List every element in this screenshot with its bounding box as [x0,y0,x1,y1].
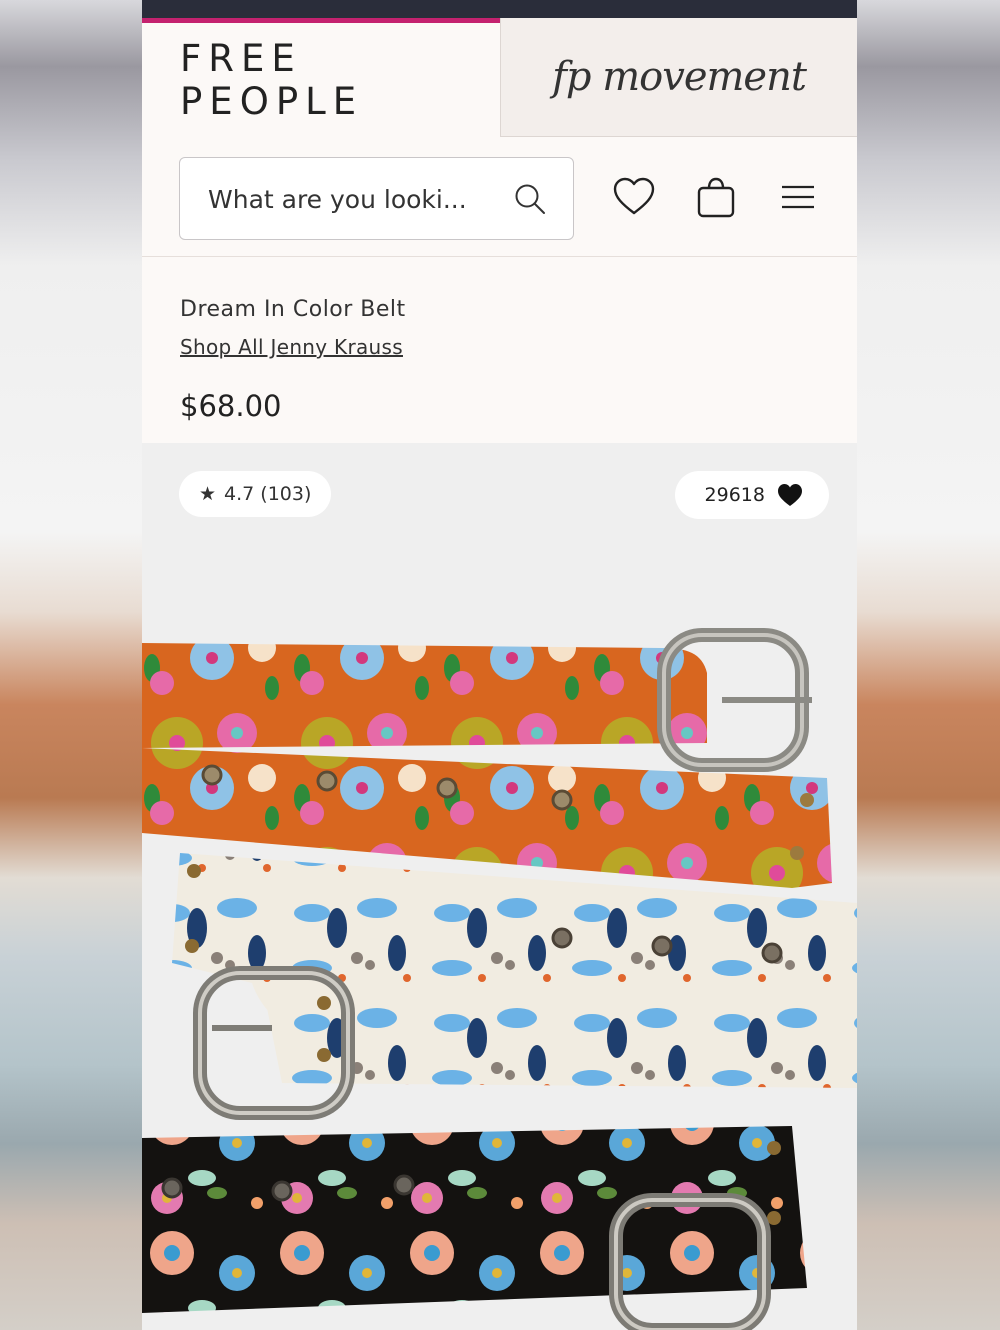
search-icon[interactable] [513,182,547,216]
search-box[interactable] [179,157,574,240]
status-bar [142,0,857,18]
product-price: $68.00 [180,389,282,423]
likes-badge[interactable]: 29618 [674,471,829,519]
likes-count: 29618 [704,484,765,506]
product-title: Dream In Color Belt [180,297,406,322]
search-row [142,137,857,257]
shop-brand-link[interactable]: Shop All Jenny Krauss [180,335,403,359]
heart-icon[interactable] [612,175,656,219]
fp-movement-logo: fp movement [552,54,807,100]
product-image[interactable]: ★ 4.7 (103) 29618 [142,443,857,1330]
star-icon: ★ [199,483,217,505]
search-input[interactable] [208,180,498,218]
hamburger-menu-icon[interactable] [776,175,820,219]
tab-free-people[interactable]: FREE PEOPLE [142,18,500,137]
belts-photo [142,443,857,1330]
heart-filled-icon [778,484,802,506]
tab-fp-movement[interactable]: fp movement [500,18,857,137]
bag-icon[interactable] [694,175,738,219]
app-screen: FREE PEOPLE fp movement Dream In Color B… [142,0,857,1330]
product-info: Dream In Color Belt Shop All Jenny Kraus… [142,257,857,443]
rating-value: 4.7 (103) [224,483,312,505]
free-people-logo: FREE PEOPLE [180,37,364,123]
rating-badge[interactable]: ★ 4.7 (103) [179,471,332,517]
